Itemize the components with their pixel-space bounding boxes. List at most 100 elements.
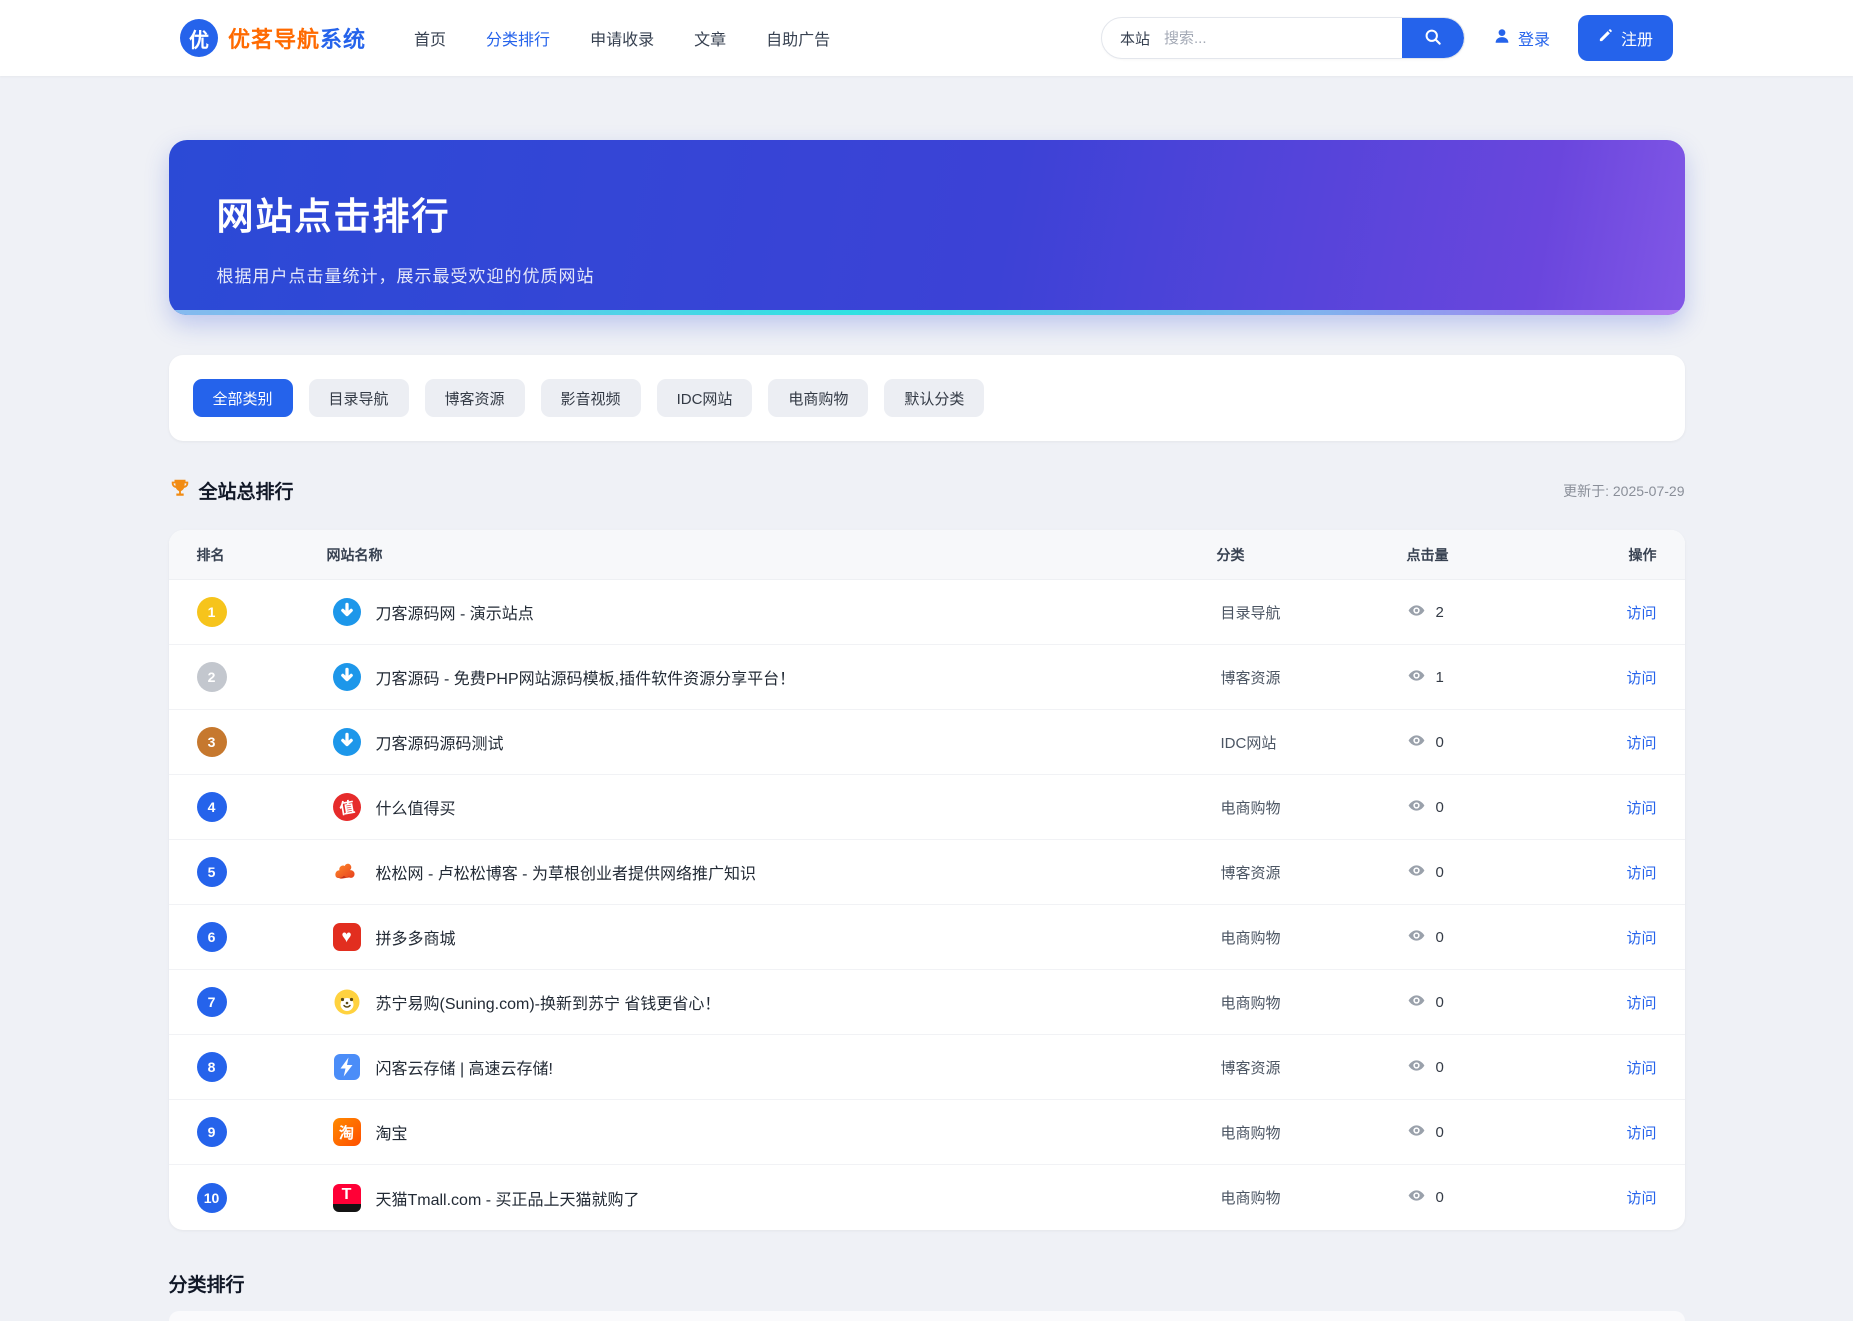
tmall-icon: T xyxy=(333,1184,361,1212)
rank-badge: 3 xyxy=(197,727,227,757)
rank-badge: 10 xyxy=(197,1183,227,1213)
col-header-action: 操作 xyxy=(1617,545,1657,565)
search-input[interactable] xyxy=(1164,30,1402,47)
site-logo[interactable]: 优 优茗导航系统 xyxy=(180,19,366,57)
nav-item-self-ads[interactable]: 自助广告 xyxy=(766,26,830,50)
download-icon xyxy=(333,663,361,691)
search-scope-label[interactable]: 本站 xyxy=(1102,28,1164,49)
rank-badge: 9 xyxy=(197,1117,227,1147)
clicks-count: 0 xyxy=(1436,1124,1444,1141)
views-icon xyxy=(1407,666,1426,689)
visit-link[interactable]: 访问 xyxy=(1626,930,1656,947)
filter-default-category[interactable]: 默认分类 xyxy=(884,379,984,417)
site-category: 电商购物 xyxy=(1217,992,1407,1013)
site-name-link[interactable]: 拼多多商城 xyxy=(376,925,456,949)
top-navigation-bar: 优 优茗导航系统 首页 分类排行 申请收录 文章 自助广告 本站 登录 xyxy=(0,0,1853,76)
visit-link[interactable]: 访问 xyxy=(1626,670,1656,687)
site-name-link[interactable]: 刀客源码源码测试 xyxy=(376,730,504,754)
nav-item-home[interactable]: 首页 xyxy=(414,26,446,50)
search-icon xyxy=(1423,27,1443,50)
trophy-icon xyxy=(169,477,191,504)
site-category: 电商购物 xyxy=(1217,927,1407,948)
table-row: 10 T 天猫Tmall.com - 买正品上天猫就购了 电商购物 0 访问 xyxy=(169,1165,1685,1230)
col-header-name: 网站名称 xyxy=(327,545,1217,565)
logo-mark-icon: 优 xyxy=(180,19,218,57)
rank-badge: 4 xyxy=(197,792,227,822)
taobao-icon: 淘 xyxy=(333,1118,361,1146)
page-subtitle: 根据用户点击量统计，展示最受欢迎的优质网站 xyxy=(217,262,1685,287)
table-row: 7 苏宁易购(Suning.com)-换新到苏宁 省钱更省心！ 电商购物 0 访… xyxy=(169,970,1685,1035)
site-category: 目录导航 xyxy=(1217,602,1407,623)
visit-link[interactable]: 访问 xyxy=(1626,1060,1656,1077)
table-row: 3 刀客源码源码测试 IDC网站 0 访问 xyxy=(169,710,1685,775)
views-icon xyxy=(1407,1186,1426,1209)
table-row: 1 刀客源码网 - 演示站点 目录导航 2 访问 xyxy=(169,580,1685,645)
pencil-icon xyxy=(1598,28,1613,48)
search-box: 本站 xyxy=(1101,17,1465,59)
category-ranking-section-title: 分类排行 xyxy=(169,1270,1685,1297)
site-category: 电商购物 xyxy=(1217,1122,1407,1143)
rank-badge: 6 xyxy=(197,922,227,952)
filter-all-categories[interactable]: 全部类别 xyxy=(193,379,293,417)
visit-link[interactable]: 访问 xyxy=(1626,605,1656,622)
site-category: 博客资源 xyxy=(1217,862,1407,883)
visit-link[interactable]: 访问 xyxy=(1626,800,1656,817)
site-name-link[interactable]: 闪客云存储 | 高速云存储! xyxy=(376,1055,554,1079)
filter-directory-nav[interactable]: 目录导航 xyxy=(309,379,409,417)
nav-item-category-ranking[interactable]: 分类排行 xyxy=(486,26,550,50)
site-name-link[interactable]: 苏宁易购(Suning.com)-换新到苏宁 省钱更省心！ xyxy=(376,990,721,1014)
nav-item-articles[interactable]: 文章 xyxy=(694,26,726,50)
site-category: 电商购物 xyxy=(1217,797,1407,818)
visit-link[interactable]: 访问 xyxy=(1626,735,1656,752)
site-name-link[interactable]: 天猫Tmall.com - 买正品上天猫就购了 xyxy=(376,1186,640,1210)
clicks-count: 1 xyxy=(1436,669,1444,686)
views-icon xyxy=(1407,796,1426,819)
register-button[interactable]: 注册 xyxy=(1578,15,1673,61)
download-icon xyxy=(333,598,361,626)
visit-link[interactable]: 访问 xyxy=(1626,865,1656,882)
views-icon xyxy=(1407,731,1426,754)
col-header-clicks: 点击量 xyxy=(1407,545,1617,565)
site-name-link[interactable]: 刀客源码网 - 演示站点 xyxy=(376,600,534,624)
login-label: 登录 xyxy=(1518,26,1550,50)
filter-ecommerce[interactable]: 电商购物 xyxy=(768,379,868,417)
visit-link[interactable]: 访问 xyxy=(1626,1190,1656,1207)
clicks-count: 0 xyxy=(1436,799,1444,816)
clicks-count: 0 xyxy=(1436,864,1444,881)
rank-badge: 5 xyxy=(197,857,227,887)
table-row: 9 淘 淘宝 电商购物 0 访问 xyxy=(169,1100,1685,1165)
taobao-glyph: 淘 xyxy=(333,1118,361,1146)
next-card-top-edge xyxy=(169,1311,1685,1321)
section-title: 全站总排行 xyxy=(199,477,294,504)
site-name-link[interactable]: 淘宝 xyxy=(376,1120,408,1144)
visit-link[interactable]: 访问 xyxy=(1626,1125,1656,1142)
site-category: IDC网站 xyxy=(1217,732,1407,753)
site-name-link[interactable]: 什么值得买 xyxy=(376,795,456,819)
clicks-count: 0 xyxy=(1436,734,1444,751)
search-button[interactable] xyxy=(1402,17,1464,59)
login-link[interactable]: 登录 xyxy=(1493,26,1550,50)
hero-accent-line xyxy=(169,310,1685,315)
smzdm-icon: 值 xyxy=(333,793,361,821)
site-name-link[interactable]: 松松网 - 卢松松博客 - 为草根创业者提供网络推广知识 xyxy=(376,860,756,884)
user-icon xyxy=(1493,27,1511,50)
nav-item-submit-site[interactable]: 申请收录 xyxy=(590,26,654,50)
category-filter-bar: 全部类别 目录导航 博客资源 影音视频 IDC网站 电商购物 默认分类 xyxy=(169,355,1685,441)
visit-link[interactable]: 访问 xyxy=(1626,995,1656,1012)
page-title: 网站点击排行 xyxy=(217,186,1685,240)
filter-idc-sites[interactable]: IDC网站 xyxy=(657,379,753,417)
site-category: 电商购物 xyxy=(1217,1187,1407,1208)
table-row: 4 值 什么值得买 电商购物 0 访问 xyxy=(169,775,1685,840)
filter-video-media[interactable]: 影音视频 xyxy=(541,379,641,417)
site-name-link[interactable]: 刀客源码 - 免费PHP网站源码模板,插件软件资源分享平台！ xyxy=(376,665,796,689)
views-icon xyxy=(1407,861,1426,884)
download-icon xyxy=(333,728,361,756)
table-row: 6 ♥ 拼多多商城 电商购物 0 访问 xyxy=(169,905,1685,970)
lightning-icon xyxy=(333,1053,361,1081)
table-header-row: 排名 网站名称 分类 点击量 操作 xyxy=(169,530,1685,580)
topbar-right: 本站 登录 注册 xyxy=(1101,15,1673,61)
col-header-rank: 排名 xyxy=(197,545,327,565)
filter-blog-resources[interactable]: 博客资源 xyxy=(425,379,525,417)
ranking-section-header: 全站总排行 更新于: 2025-07-29 xyxy=(169,477,1685,504)
brand-secondary: 系统 xyxy=(320,27,366,53)
